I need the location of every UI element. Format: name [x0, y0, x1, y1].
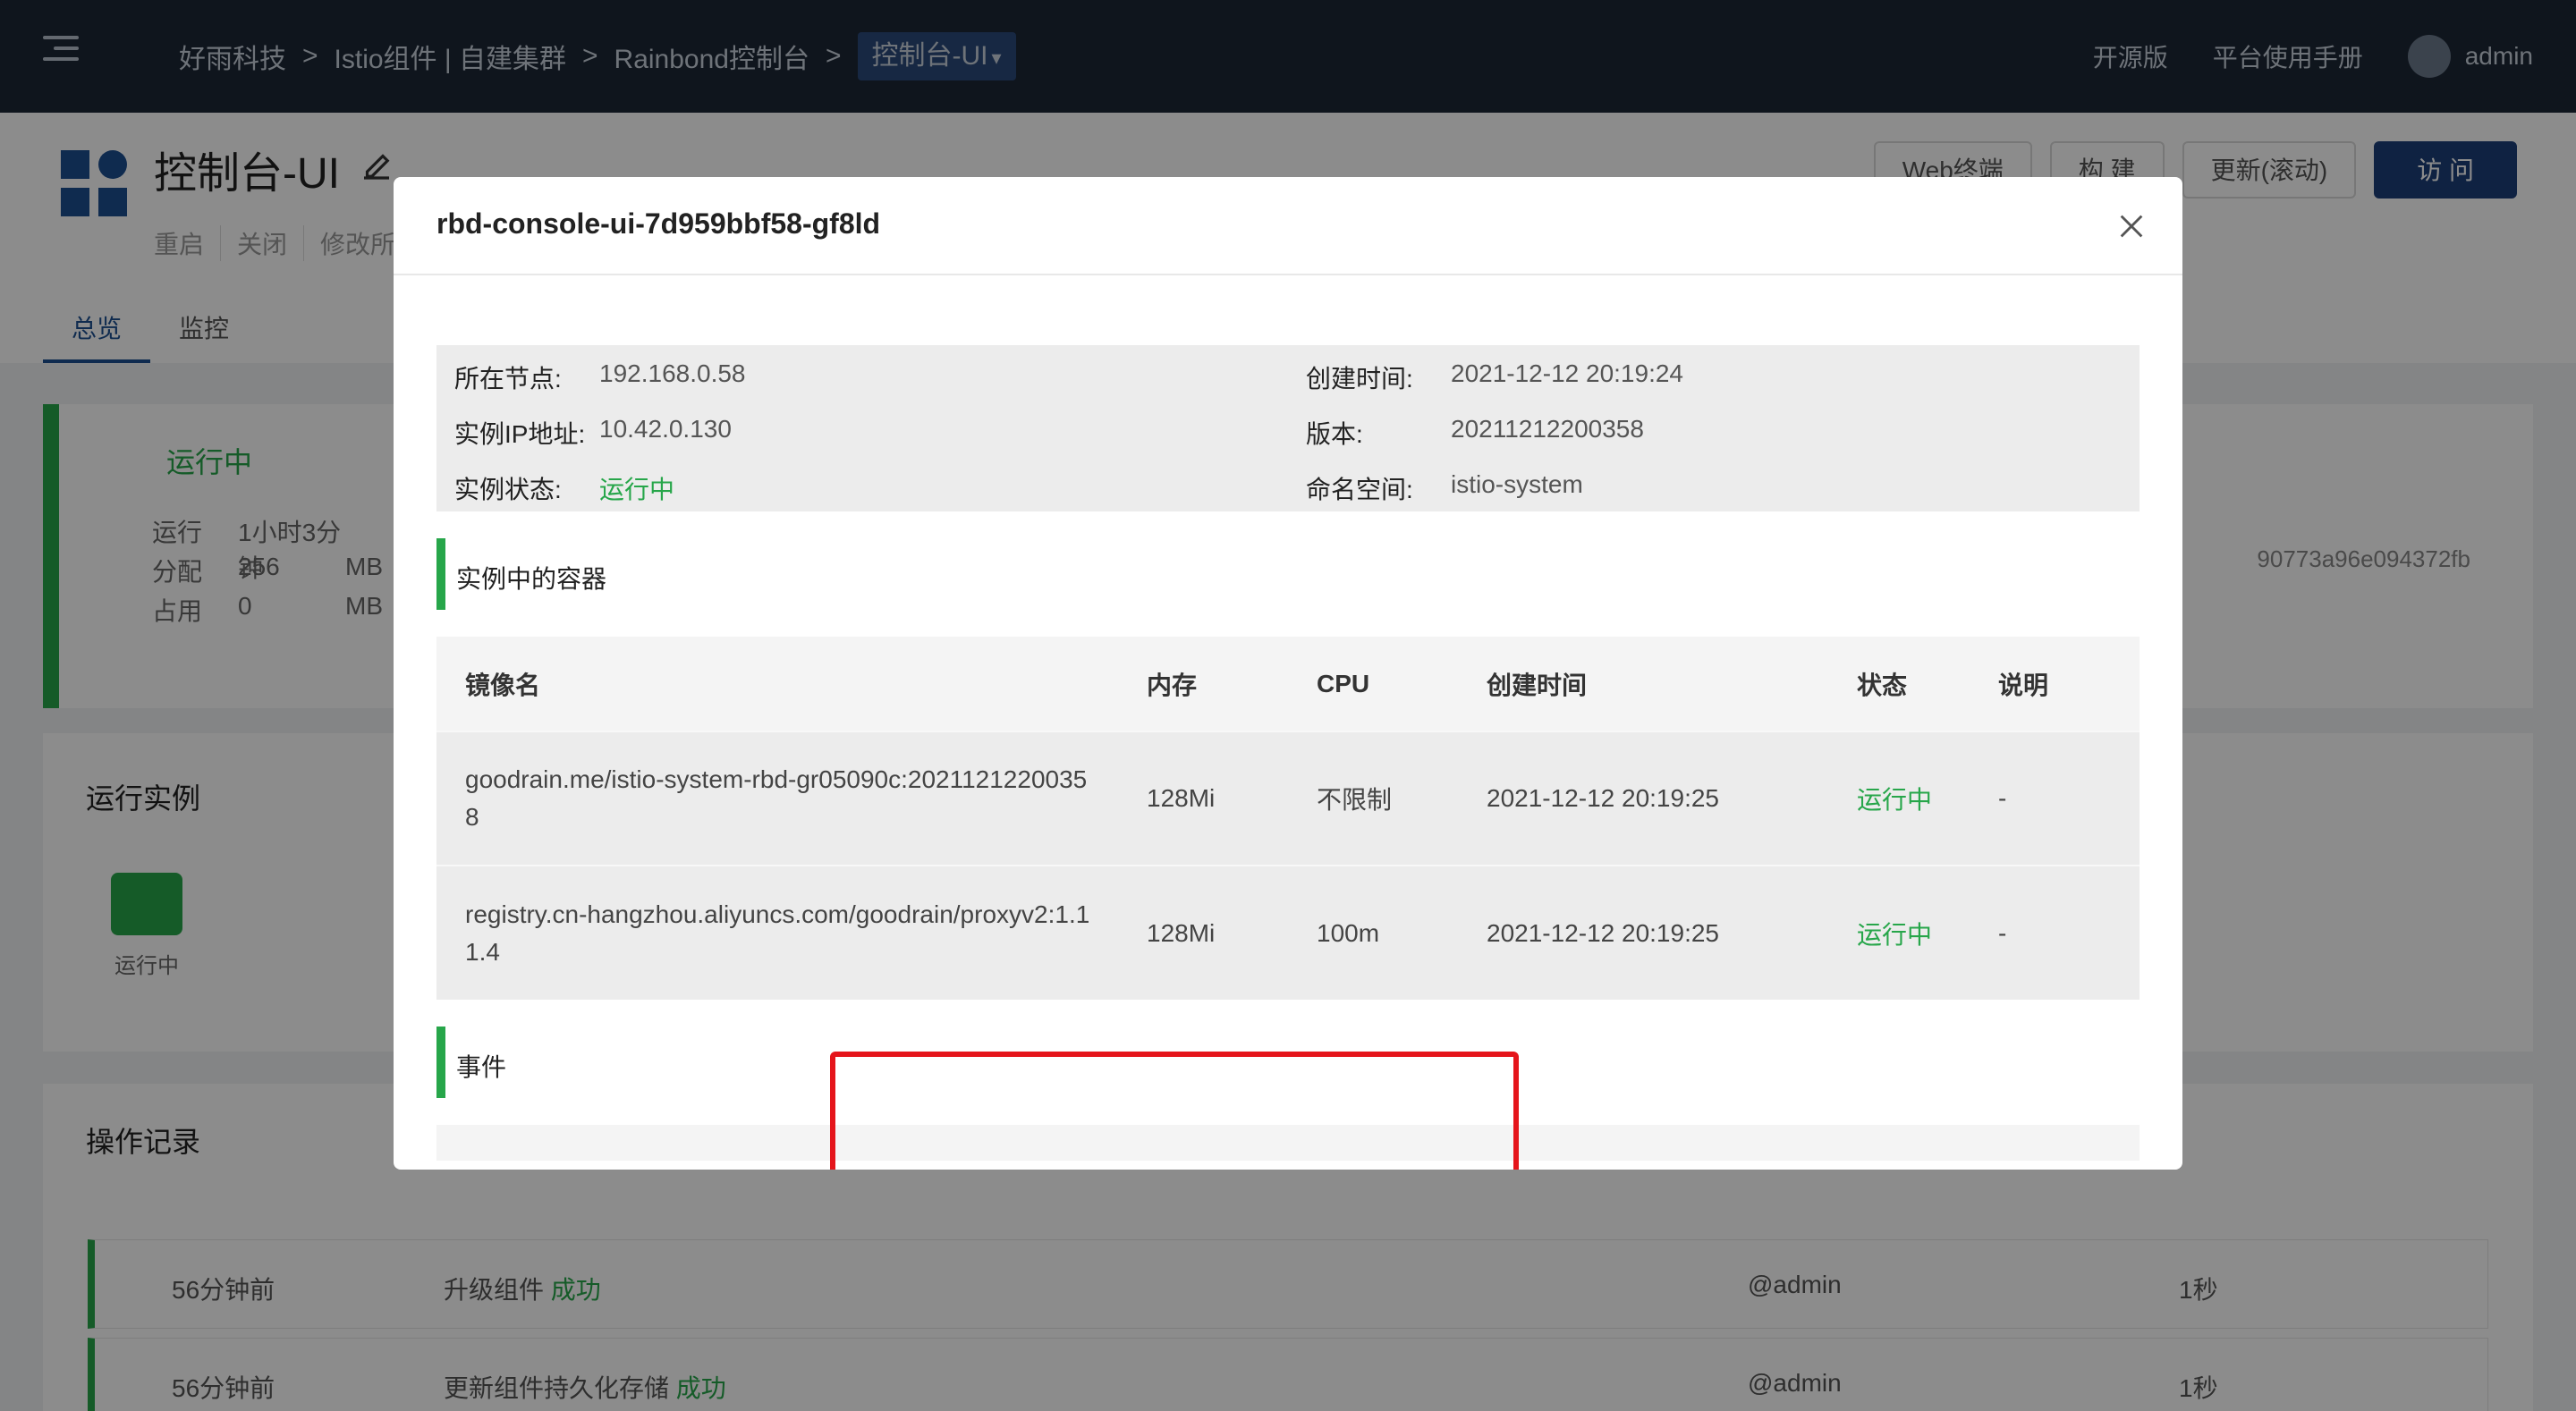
cell-memory: 128Mi	[1147, 918, 1216, 947]
modal-title: rbd-console-ui-7d959bbf58-gf8ld	[436, 207, 881, 240]
info-key: 实例状态:	[454, 476, 562, 503]
info-value: 10.42.0.130	[599, 415, 732, 443]
info-created: 创建时间: 2021-12-12 20:19:24	[1288, 359, 1683, 395]
info-value: 2021-12-12 20:19:24	[1451, 359, 1683, 387]
info-namespace: 命名空间: istio-system	[1288, 470, 1583, 506]
containers-section-heading: 实例中的容器	[436, 538, 2140, 610]
cell-image: registry.cn-hangzhou.aliyuncs.com/goodra…	[465, 900, 1090, 966]
modal-body: 所在节点: 192.168.0.58 创建时间: 2021-12-12 20:1…	[436, 345, 2140, 1161]
info-key: 创建时间:	[1306, 365, 1413, 393]
cell-desc: -	[1998, 918, 2007, 947]
cell-image: goodrain.me/istio-system-rbd-gr05090c:20…	[465, 765, 1088, 831]
cell-state: 运行中	[1857, 786, 1933, 814]
info-value: 192.168.0.58	[599, 359, 746, 387]
section-title: 事件	[456, 1053, 507, 1081]
info-key: 命名空间:	[1306, 476, 1413, 503]
highlight-box	[830, 1052, 1519, 1170]
instance-info: 所在节点: 192.168.0.58 创建时间: 2021-12-12 20:1…	[436, 345, 2140, 511]
column-header-created: 创建时间	[1487, 671, 1588, 699]
column-header-desc: 说明	[1998, 671, 2049, 699]
table-header-row: 镜像名 内存 CPU 创建时间 状态 说明	[436, 637, 2140, 731]
column-header-memory: 内存	[1147, 671, 1198, 699]
status-badge: 运行中	[599, 476, 675, 503]
column-header-state: 状态	[1857, 671, 1908, 699]
info-key: 版本:	[1306, 420, 1363, 448]
instance-detail-modal: rbd-console-ui-7d959bbf58-gf8ld 所在节点: 19…	[394, 177, 2182, 1170]
info-version: 版本: 20211212200358	[1288, 415, 1644, 451]
cell-created: 2021-12-12 20:19:25	[1487, 918, 1719, 947]
info-node: 所在节点: 192.168.0.58	[436, 359, 746, 395]
info-ip: 实例IP地址: 10.42.0.130	[436, 415, 732, 451]
cell-cpu: 不限制	[1317, 786, 1393, 814]
info-state: 实例状态: 运行中	[436, 470, 674, 506]
cell-state: 运行中	[1857, 920, 1933, 949]
cell-created: 2021-12-12 20:19:25	[1487, 784, 1719, 812]
containers-table: 镜像名 内存 CPU 创建时间 状态 说明 goodrain.me/istio-…	[436, 637, 2140, 1000]
table-row: goodrain.me/istio-system-rbd-gr05090c:20…	[436, 731, 2140, 866]
info-key: 所在节点:	[454, 365, 562, 393]
cell-cpu: 100m	[1317, 918, 1380, 947]
cell-desc: -	[1998, 784, 2007, 812]
column-header-image: 镜像名	[465, 671, 541, 699]
info-value: 20211212200358	[1451, 415, 1644, 443]
table-row: registry.cn-hangzhou.aliyuncs.com/goodra…	[436, 866, 2140, 1000]
section-title: 实例中的容器	[456, 565, 607, 593]
info-value: istio-system	[1451, 470, 1583, 498]
modal-header: rbd-console-ui-7d959bbf58-gf8ld	[394, 177, 2182, 275]
cell-memory: 128Mi	[1147, 784, 1216, 812]
column-header-cpu: CPU	[1317, 669, 1370, 697]
info-key: 实例IP地址:	[454, 420, 586, 448]
close-icon[interactable]	[2116, 211, 2147, 241]
